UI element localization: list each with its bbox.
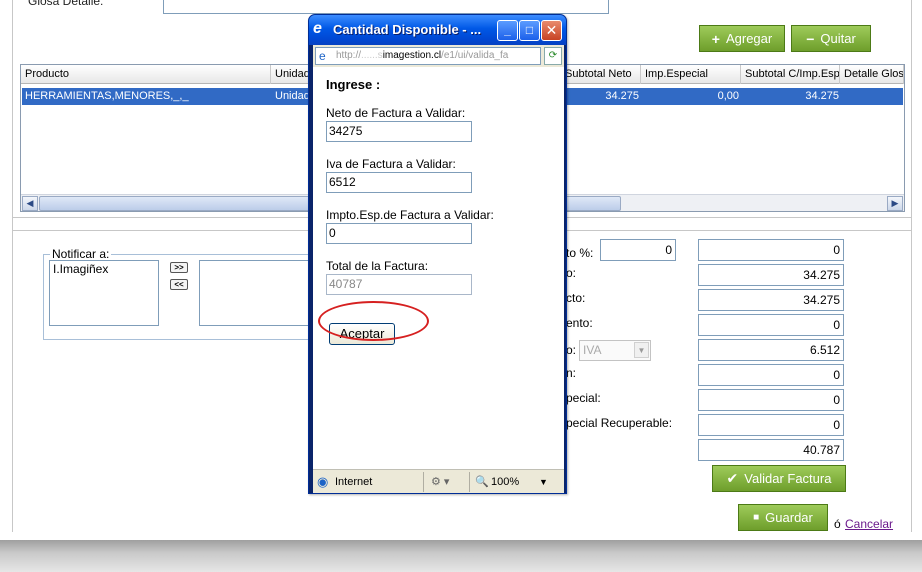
notify-legend: Notificar a: [50, 247, 112, 261]
floppy-icon: ■ [753, 512, 760, 523]
subtotal-label: o: [566, 266, 577, 280]
iva-label: Iva de Factura a Validar: [326, 157, 456, 171]
url-path: /e1/ui/valida_fa [441, 50, 509, 61]
discount-pct-label: to %: [566, 246, 594, 260]
discount-pct-input[interactable]: 0 [600, 239, 676, 261]
cell-subtotal-c-imp: 34.275 [805, 90, 839, 102]
column-header-imp-especial[interactable]: Imp.Especial [641, 65, 741, 84]
total-field-6[interactable]: 0 [698, 364, 844, 386]
validate-invoice-button[interactable]: ✔ Validar Factura [712, 465, 846, 492]
total-field-4[interactable]: 0 [698, 314, 844, 336]
tax-type-value: IVA [583, 343, 602, 357]
chevron-down-icon: ▼ [634, 342, 649, 358]
maximize-icon[interactable]: □ [519, 20, 540, 41]
popup-title: Cantidad Disponible - ... [333, 22, 482, 37]
total-label: Total de la Factura: [326, 259, 429, 273]
status-divider [469, 472, 470, 492]
special-recoverable-label: pecial Recuperable: [566, 416, 673, 430]
footer-gradient [0, 540, 922, 572]
total-field-3[interactable]: 34.275 [698, 289, 844, 311]
ie-icon: e [313, 20, 322, 37]
glosa-label: Glosa Detalle: [28, 0, 104, 8]
cell-imp-especial: 0,00 [717, 90, 739, 102]
tax-type-label: o: [566, 343, 577, 357]
add-button-label: Agregar [725, 31, 773, 46]
special-tax-label: pecial: [566, 391, 601, 405]
neto-input[interactable]: 34275 [326, 121, 472, 142]
zoom-dropdown-icon[interactable]: ▼ [539, 474, 548, 490]
check-icon: ✔ [726, 470, 739, 486]
status-divider [423, 472, 424, 492]
or-text: ó [834, 517, 841, 531]
total-field-1[interactable]: 0 [698, 239, 844, 261]
notify-selected-list[interactable] [199, 260, 311, 326]
close-icon[interactable]: ✕ [541, 20, 562, 41]
minus-icon: − [806, 30, 815, 47]
column-header-detalle-glosa[interactable]: Detalle Glosa [840, 65, 904, 84]
cancel-link[interactable]: Cancelar [845, 517, 893, 531]
url-hidden: ......s [361, 50, 383, 61]
impto-esp-label: Impto.Esp.de Factura a Validar: [326, 208, 494, 222]
url-domain: imagestion.cl [382, 50, 442, 61]
neto-label: Neto de Factura a Validar: [326, 106, 466, 120]
highlight-annotation [318, 301, 429, 341]
zoom-icon[interactable]: 🔍 [475, 474, 489, 490]
add-button[interactable]: + Agregar [699, 25, 785, 52]
globe-icon: ◉ [317, 474, 329, 489]
discount-label: ento: [566, 316, 593, 330]
impto-esp-input[interactable]: 0 [326, 223, 472, 244]
popup-window: e Cantidad Disponible - ... _ □ ✕ e http… [308, 14, 567, 494]
list-item[interactable]: I.Imagiñex [50, 261, 158, 277]
remove-button-label: Quitar [820, 31, 856, 46]
zone-text: Internet [335, 476, 373, 488]
column-header-subtotal-neto[interactable]: Subtotal Neto [561, 65, 641, 84]
grand-total-field[interactable]: 40.787 [698, 439, 844, 461]
notify-available-list[interactable]: I.Imagiñex [49, 260, 159, 326]
page-status-icon[interactable]: ⟳ [544, 47, 562, 65]
popup-titlebar[interactable]: e Cantidad Disponible - ... _ □ ✕ [309, 15, 566, 45]
protected-mode-icon[interactable]: ⚙ ▾ [431, 474, 449, 490]
total-field-5[interactable]: 6.512 [698, 339, 844, 361]
total-field-2[interactable]: 34.275 [698, 264, 844, 286]
retention-label: n: [566, 366, 577, 380]
validate-invoice-label: Validar Factura [744, 471, 832, 486]
popup-content: Ingrese : Neto de Factura a Validar: 342… [313, 67, 564, 469]
total-field-7[interactable]: 0 [698, 389, 844, 411]
move-left-button[interactable]: << [170, 279, 188, 290]
url-prefix: http:// [336, 50, 362, 61]
cell-subtotal-neto: 34.275 [605, 90, 639, 102]
status-bar: ◉ Internet ⚙ ▾ 🔍 100% ▼ [313, 469, 564, 493]
address-bar: e http://......simagestion.cl/e1/ui/vali… [313, 45, 564, 67]
net-label: cto: [566, 291, 586, 305]
tax-type-select[interactable]: IVA ▼ [579, 340, 651, 361]
zoom-level[interactable]: 100% [491, 474, 519, 490]
save-button-label: Guardar [765, 510, 813, 525]
save-button[interactable]: ■ Guardar [738, 504, 828, 531]
page-icon: e [319, 49, 326, 63]
scroll-left-icon[interactable]: ◀ [22, 196, 38, 211]
plus-icon: + [711, 30, 720, 47]
total-field-8[interactable]: 0 [698, 414, 844, 436]
popup-heading: Ingrese : [326, 77, 381, 92]
scroll-right-icon[interactable]: ▶ [887, 196, 903, 211]
minimize-icon[interactable]: _ [497, 20, 518, 41]
remove-button[interactable]: − Quitar [791, 25, 871, 52]
cell-unidad: Unidad [275, 90, 310, 102]
iva-input[interactable]: 6512 [326, 172, 472, 193]
column-header-subtotal-c-imp[interactable]: Subtotal C/Imp.Esp [741, 65, 840, 84]
url-field[interactable]: e http://......simagestion.cl/e1/ui/vali… [315, 47, 541, 65]
move-right-button[interactable]: >> [170, 262, 188, 273]
total-input: 40787 [326, 274, 472, 295]
column-header-producto[interactable]: Producto [21, 65, 271, 84]
glosa-input[interactable] [163, 0, 609, 14]
cell-producto: HERRAMIENTAS,MENORES,_,_ [25, 90, 189, 102]
